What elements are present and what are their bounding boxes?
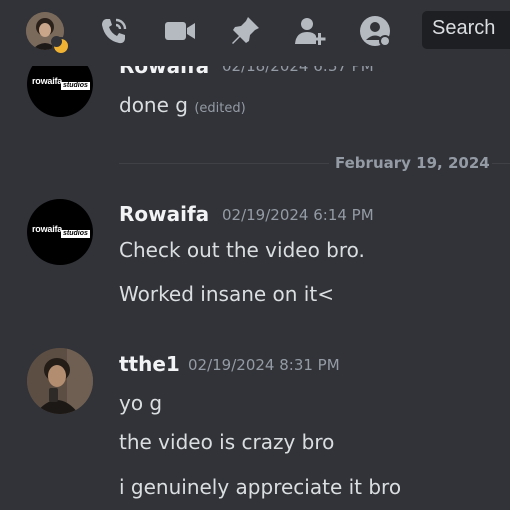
message-text: the video is crazy bro <box>119 430 335 454</box>
message-text: i genuinely appreciate it bro <box>119 475 402 499</box>
channel-header: Search <box>0 0 510 66</box>
message-text: yo g <box>119 391 163 415</box>
message-timestamp: 02/19/2024 8:31 PM <box>188 356 340 374</box>
phone-call-icon[interactable] <box>97 14 131 48</box>
user-profile-icon[interactable] <box>358 14 392 48</box>
date-divider-line <box>119 163 329 164</box>
video-camera-icon[interactable] <box>163 14 197 48</box>
edited-indicator: (edited) <box>194 101 246 116</box>
message-author[interactable]: Rowaifa <box>119 66 209 78</box>
message-avatar[interactable] <box>27 348 93 414</box>
message-text: Worked insane on it< <box>119 282 334 306</box>
date-divider: February 19, 2024 <box>333 154 492 172</box>
message-avatar[interactable]: rowaifa studios <box>27 199 93 265</box>
search-input[interactable]: Search <box>422 11 510 49</box>
message-text: Check out the video bro. <box>119 238 365 262</box>
idle-status-icon <box>51 36 70 55</box>
message-text: done g (edited) <box>119 93 246 117</box>
message-author[interactable]: Rowaifa <box>119 202 209 226</box>
rowaifa-studios-logo: rowaifa studios <box>32 224 90 238</box>
rowaifa-studios-logo: rowaifa studios <box>32 76 90 90</box>
date-divider-line <box>492 163 510 164</box>
add-member-icon[interactable] <box>293 14 327 48</box>
message-timestamp: 02/18/2024 6:37 PM <box>222 66 374 75</box>
message-list: rowaifa studios Rowaifa 02/18/2024 6:37 … <box>0 66 510 510</box>
message-timestamp: 02/19/2024 6:14 PM <box>222 206 374 224</box>
message-avatar[interactable]: rowaifa studios <box>27 66 93 117</box>
message-author[interactable]: tthe1 <box>119 352 180 376</box>
search-placeholder: Search <box>432 17 496 39</box>
pin-icon[interactable] <box>228 14 262 48</box>
